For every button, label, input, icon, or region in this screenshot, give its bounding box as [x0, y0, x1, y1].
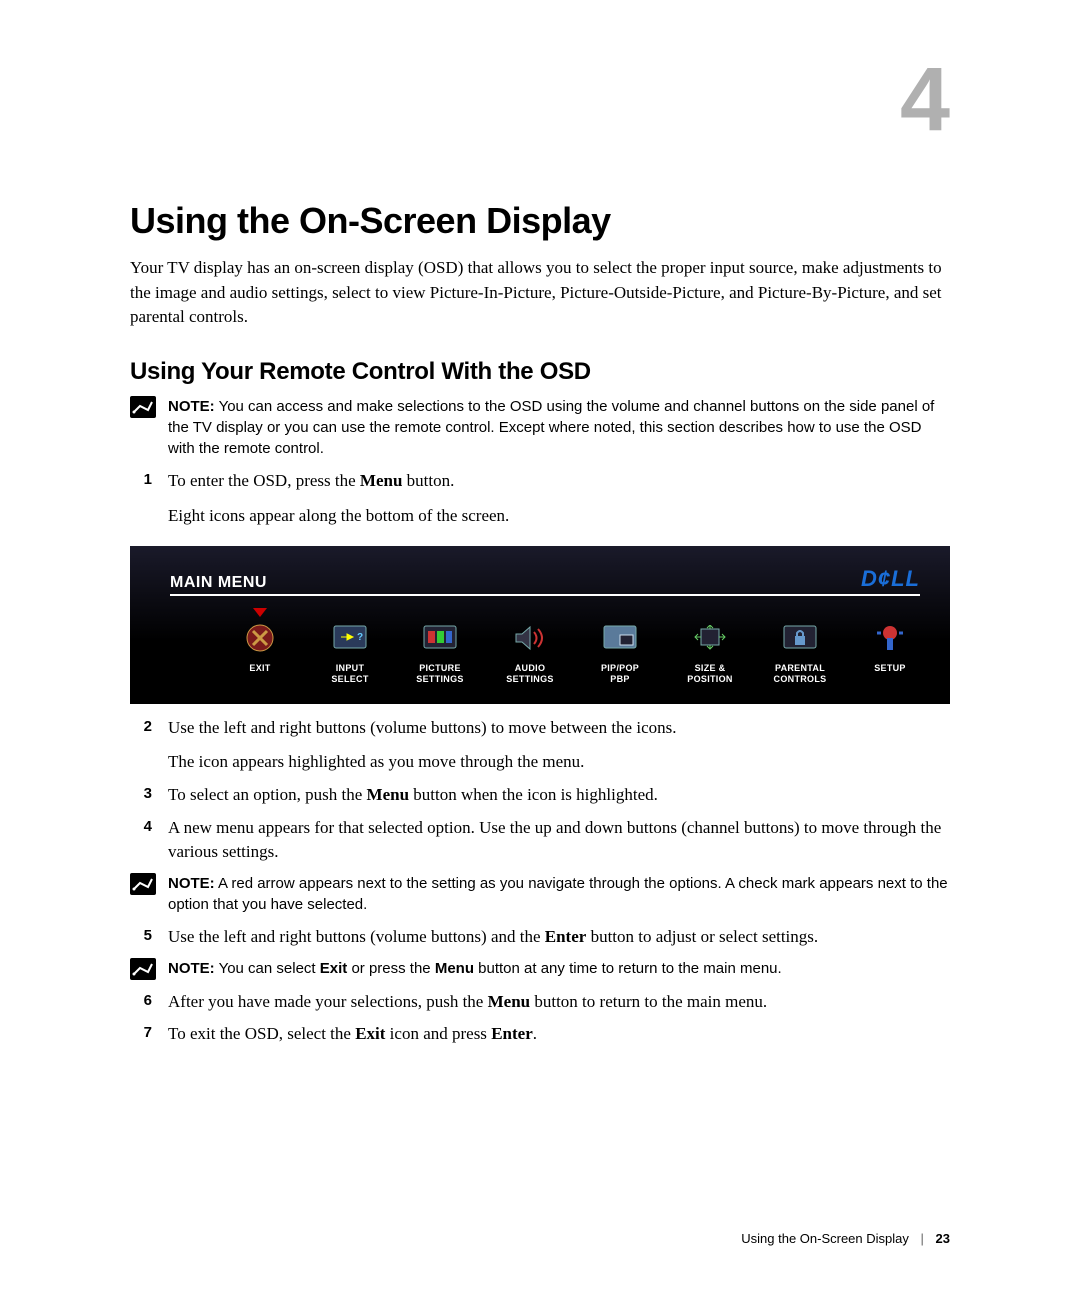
note-block: NOTE: A red arrow appears next to the se… [130, 873, 950, 915]
step-6: 6 After you have made your selections, p… [130, 990, 950, 1015]
step-number: 6 [130, 990, 152, 1009]
osd-label: PICTURE SETTINGS [416, 663, 463, 686]
step-1: 1 To enter the OSD, press the Menu butto… [130, 469, 950, 528]
note-text: NOTE: A red arrow appears next to the se… [168, 873, 950, 915]
step-text: button to return to the main menu. [530, 992, 767, 1011]
osd-figure: MAIN MENU D¢LL EXIT ? INPUT SELECT [130, 546, 950, 704]
size-position-icon [692, 623, 728, 653]
dell-logo: D¢LL [861, 566, 920, 592]
pip-icon [602, 623, 638, 653]
page-number: 23 [936, 1231, 950, 1246]
note-label: NOTE: [168, 960, 215, 977]
osd-label: AUDIO SETTINGS [506, 663, 553, 686]
step-subtext: The icon appears highlighted as you move… [168, 750, 950, 775]
step-number: 4 [130, 816, 152, 835]
exit-ref: Exit [355, 1024, 385, 1043]
menu-ref: Menu [367, 785, 410, 804]
step-text: A new menu appears for that selected opt… [168, 818, 941, 862]
osd-item-size-position: SIZE & POSITION [680, 608, 740, 686]
note-label: NOTE: [168, 398, 215, 415]
osd-item-picture-settings: PICTURE SETTINGS [410, 608, 470, 686]
menu-ref: Menu [488, 992, 531, 1011]
step-number: 5 [130, 925, 152, 944]
chapter-number: 4 [900, 55, 950, 145]
step-text: Use the left and right buttons (volume b… [168, 718, 676, 737]
step-text: To exit the OSD, select the [168, 1024, 355, 1043]
note-body: or press the [347, 960, 435, 977]
enter-ref: Enter [545, 927, 587, 946]
osd-item-setup: SETUP [860, 608, 920, 686]
step-text: To select an option, push the [168, 785, 367, 804]
osd-label: INPUT SELECT [331, 663, 368, 686]
step-7: 7 To exit the OSD, select the Exit icon … [130, 1022, 950, 1047]
page-footer: Using the On-Screen Display | 23 [741, 1231, 950, 1246]
note-icon [130, 958, 156, 980]
osd-label: PIP/POP PBP [601, 663, 639, 686]
exit-icon [242, 623, 278, 653]
step-number: 1 [130, 469, 152, 488]
note-body: You can select [219, 960, 320, 977]
svg-text:?: ? [357, 632, 363, 643]
section-heading: Using Your Remote Control With the OSD [130, 358, 950, 386]
step-text: button when the icon is highlighted. [409, 785, 658, 804]
osd-selected-arrow-icon [253, 608, 267, 617]
exit-ref: Exit [320, 960, 348, 977]
osd-item-audio-settings: AUDIO SETTINGS [500, 608, 560, 686]
step-text: To enter the OSD, press the [168, 471, 360, 490]
note-body: You can access and make selections to th… [168, 398, 934, 457]
step-text: button to adjust or select settings. [586, 927, 818, 946]
osd-label: SETUP [874, 663, 906, 674]
intro-paragraph: Your TV display has an on-screen display… [130, 256, 950, 330]
osd-title: MAIN MENU [170, 574, 267, 592]
step-number: 3 [130, 783, 152, 802]
note-label: NOTE: [168, 875, 215, 892]
input-select-icon: ? [332, 623, 368, 653]
osd-label: SIZE & POSITION [687, 663, 732, 686]
osd-label: PARENTAL CONTROLS [774, 663, 827, 686]
page-title: Using the On-Screen Display [130, 200, 950, 242]
note-icon [130, 873, 156, 895]
setup-icon [872, 623, 908, 653]
osd-item-exit: EXIT [230, 608, 290, 686]
osd-item-parental-controls: PARENTAL CONTROLS [770, 608, 830, 686]
step-2: 2 Use the left and right buttons (volume… [130, 716, 950, 775]
footer-title: Using the On-Screen Display [741, 1231, 909, 1246]
step-number: 7 [130, 1022, 152, 1041]
note-body: button at any time to return to the main… [474, 960, 782, 977]
step-subtext: Eight icons appear along the bottom of t… [168, 504, 950, 529]
note-icon [130, 396, 156, 418]
step-text: After you have made your selections, pus… [168, 992, 488, 1011]
menu-ref: Menu [360, 471, 403, 490]
step-4: 4 A new menu appears for that selected o… [130, 816, 950, 865]
osd-item-pip-pop: PIP/POP PBP [590, 608, 650, 686]
step-text: . [533, 1024, 537, 1043]
step-5: 5 Use the left and right buttons (volume… [130, 925, 950, 950]
osd-item-input-select: ? INPUT SELECT [320, 608, 380, 686]
picture-settings-icon [422, 623, 458, 653]
step-3: 3 To select an option, push the Menu but… [130, 783, 950, 808]
step-text: icon and press [385, 1024, 491, 1043]
audio-settings-icon [512, 623, 548, 653]
note-block: NOTE: You can select Exit or press the M… [130, 958, 950, 980]
menu-ref: Menu [435, 960, 474, 977]
osd-label: EXIT [249, 663, 270, 674]
note-text: NOTE: You can access and make selections… [168, 396, 950, 459]
parental-controls-icon [782, 623, 818, 653]
step-text: button. [402, 471, 454, 490]
note-body: A red arrow appears next to the setting … [168, 875, 948, 913]
note-block: NOTE: You can access and make selections… [130, 396, 950, 459]
enter-ref: Enter [491, 1024, 533, 1043]
step-number: 2 [130, 716, 152, 735]
note-text: NOTE: You can select Exit or press the M… [168, 958, 950, 979]
footer-separator: | [921, 1231, 924, 1246]
step-text: Use the left and right buttons (volume b… [168, 927, 545, 946]
